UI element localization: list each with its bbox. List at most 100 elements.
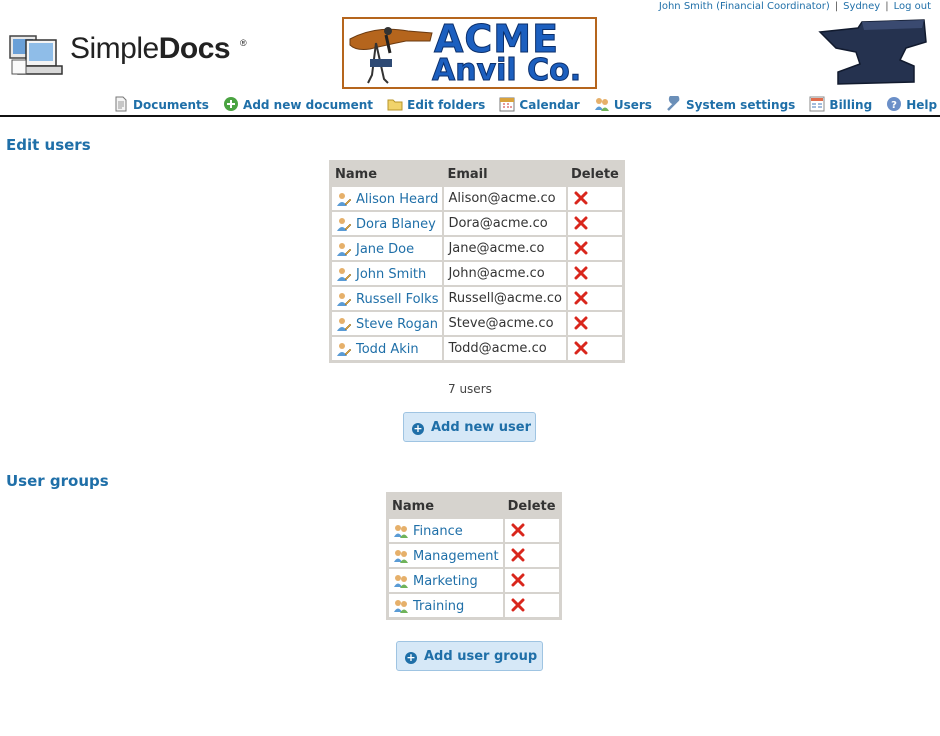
group-icon xyxy=(394,599,408,613)
column-header-delete: Delete xyxy=(566,162,623,186)
delete-cell xyxy=(503,543,560,568)
table-row: Todd Akin Todd@acme.co xyxy=(331,336,623,361)
company-name-line2: Anvil Co. xyxy=(431,53,582,89)
delete-cell xyxy=(503,568,560,593)
user-email-cell: Russell@acme.co xyxy=(443,286,567,311)
table-row: Marketing xyxy=(388,568,560,593)
group-name-link[interactable]: Marketing xyxy=(413,574,478,589)
group-name-link[interactable]: Training xyxy=(413,599,464,614)
table-row: Alison Heard Alison@acme.co xyxy=(331,186,623,211)
user-edit-icon xyxy=(337,342,352,356)
column-header-email: Email xyxy=(443,162,567,186)
delete-icon[interactable] xyxy=(574,241,588,255)
add-new-user-button[interactable]: + Add new user xyxy=(403,412,536,442)
delete-cell xyxy=(566,261,623,286)
delete-icon[interactable] xyxy=(511,598,525,612)
delete-icon[interactable] xyxy=(574,266,588,280)
group-name-cell: Training xyxy=(388,593,504,618)
delete-icon[interactable] xyxy=(574,191,588,205)
nav-edit-folders[interactable]: Edit folders xyxy=(387,96,485,112)
registered-mark: ® xyxy=(240,38,247,48)
delete-icon[interactable] xyxy=(574,291,588,305)
company-logo: ACME Anvil Co. xyxy=(342,17,597,89)
table-row: John Smith John@acme.co xyxy=(331,261,623,286)
delete-icon[interactable] xyxy=(511,523,525,537)
current-user-link[interactable]: John Smith (Financial Coordinator) xyxy=(659,1,830,12)
user-groups-heading: User groups xyxy=(6,472,109,490)
user-email-cell: Steve@acme.co xyxy=(443,311,567,336)
column-header-delete: Delete xyxy=(503,494,560,518)
delete-cell xyxy=(566,236,623,261)
user-email-cell: Dora@acme.co xyxy=(443,211,567,236)
group-name-cell: Marketing xyxy=(388,568,504,593)
user-name-link[interactable]: John Smith xyxy=(356,267,426,282)
table-row: Dora Blaney Dora@acme.co xyxy=(331,211,623,236)
table-row: Management xyxy=(388,543,560,568)
column-header-name: Name xyxy=(331,162,444,186)
user-name-link[interactable]: Russell Folks xyxy=(356,292,438,307)
group-name-link[interactable]: Management xyxy=(413,549,499,564)
help-icon: ? xyxy=(887,97,902,111)
delete-cell xyxy=(566,286,623,311)
brand-wordmark: SimpleDocs xyxy=(70,32,231,65)
delete-icon[interactable] xyxy=(574,216,588,230)
delete-icon[interactable] xyxy=(574,341,588,355)
user-name-cell: Alison Heard xyxy=(331,186,444,211)
add-icon xyxy=(224,97,239,111)
group-icon xyxy=(394,524,408,538)
add-user-group-button[interactable]: + Add user group xyxy=(396,641,543,671)
svg-text:?: ? xyxy=(891,100,897,111)
delete-cell xyxy=(566,336,623,361)
delete-icon[interactable] xyxy=(511,573,525,587)
group-name-cell: Management xyxy=(388,543,504,568)
user-name-cell: Jane Doe xyxy=(331,236,444,261)
table-row: Jane Doe Jane@acme.co xyxy=(331,236,623,261)
group-icon xyxy=(394,549,408,563)
user-email-cell: Alison@acme.co xyxy=(443,186,567,211)
simpledocs-logo: SimpleDocs ® xyxy=(8,28,253,80)
user-name-link[interactable]: Steve Rogan xyxy=(356,317,438,332)
user-edit-icon xyxy=(337,267,352,281)
nav-system-settings[interactable]: System settings xyxy=(666,96,795,112)
billing-icon xyxy=(809,96,825,112)
nav-add-new-document[interactable]: Add new document xyxy=(223,96,373,112)
user-name-cell: John Smith xyxy=(331,261,444,286)
column-header-name: Name xyxy=(388,494,504,518)
user-edit-icon xyxy=(337,242,352,256)
delete-icon[interactable] xyxy=(511,548,525,562)
user-edit-icon xyxy=(337,192,352,206)
user-email-cell: Todd@acme.co xyxy=(443,336,567,361)
user-name-link[interactable]: Todd Akin xyxy=(356,342,419,357)
user-email-cell: Jane@acme.co xyxy=(443,236,567,261)
table-row: Russell Folks Russell@acme.co xyxy=(331,286,623,311)
groups-table: Name Delete Finance Management Marketing Tr… xyxy=(386,492,562,620)
separator: | xyxy=(885,1,889,12)
table-row: Steve Rogan Steve@acme.co xyxy=(331,311,623,336)
nav-calendar[interactable]: Calendar xyxy=(499,96,580,112)
user-bar: John Smith (Financial Coordinator) | Sydne… xyxy=(659,0,931,14)
nav-billing[interactable]: Billing xyxy=(809,96,872,112)
users-table: Name Email Delete Alison Heard Alison@acm… xyxy=(329,160,625,363)
separator: | xyxy=(834,1,839,12)
delete-icon[interactable] xyxy=(574,316,588,330)
delete-cell xyxy=(503,518,560,543)
folder-icon xyxy=(387,99,403,111)
nav-documents[interactable]: Documents xyxy=(113,96,209,112)
delete-cell xyxy=(566,186,623,211)
nav-help[interactable]: ? Help xyxy=(886,96,937,112)
users-table-header: Name Email Delete xyxy=(331,162,623,186)
edit-users-heading: Edit users xyxy=(6,136,91,154)
logout-link[interactable]: Log out xyxy=(894,1,931,12)
table-row: Training xyxy=(388,593,560,618)
anvil-icon xyxy=(818,19,927,85)
nav-users[interactable]: Users xyxy=(594,96,652,112)
group-name-link[interactable]: Finance xyxy=(413,524,463,539)
user-name-link[interactable]: Dora Blaney xyxy=(356,217,436,232)
location-link[interactable]: Sydney xyxy=(843,1,880,12)
user-name-link[interactable]: Jane Doe xyxy=(356,242,414,257)
table-row: Finance xyxy=(388,518,560,543)
group-icon xyxy=(394,574,408,588)
delete-cell xyxy=(566,211,623,236)
user-count: 7 users xyxy=(448,382,492,396)
user-name-link[interactable]: Alison Heard xyxy=(356,192,438,207)
